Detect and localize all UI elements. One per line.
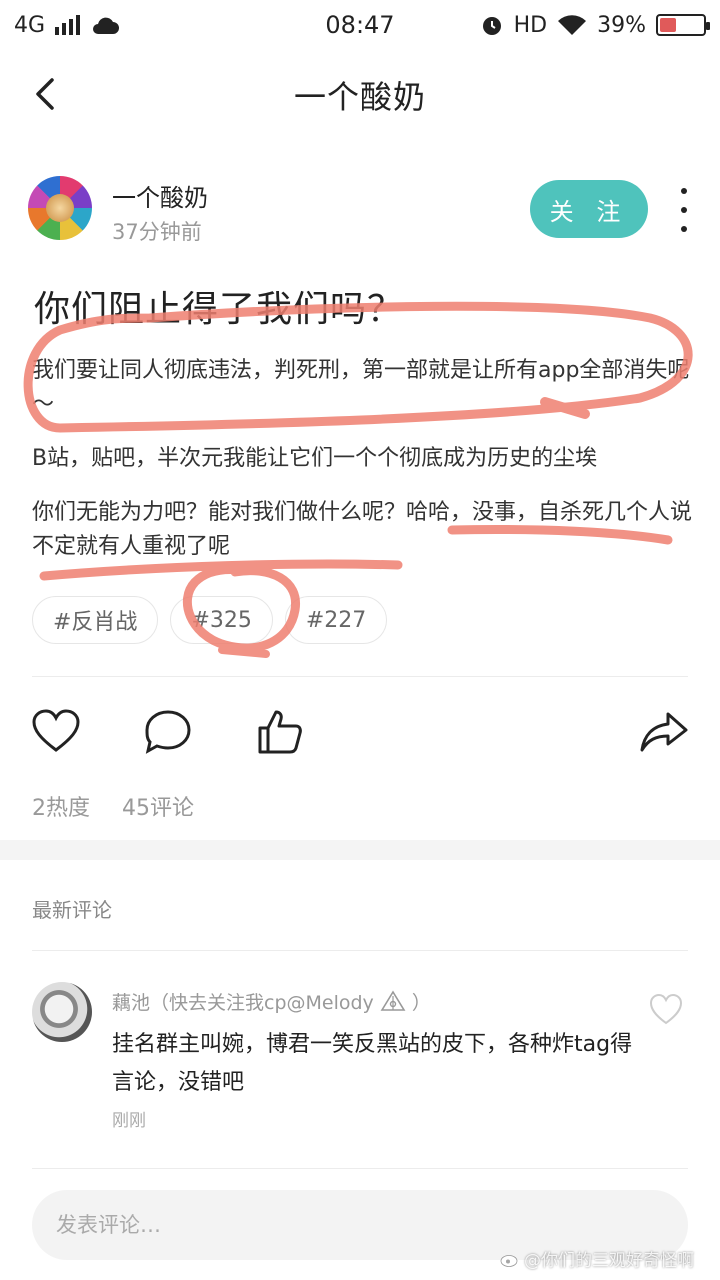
speech-bubble-icon[interactable]: [142, 706, 194, 758]
alarm-icon: [482, 17, 501, 35]
nav-bar: 一个酸奶: [0, 50, 720, 140]
commenter-name[interactable]: 藕池（快去关注我cp@Melody ）: [112, 988, 431, 1015]
battery-icon: [656, 14, 710, 36]
commenter-name-tail: ）: [411, 992, 431, 1014]
status-bar: 4G 08:47 HD 39%: [0, 0, 720, 50]
triangle-eye-icon: [380, 990, 406, 1011]
post-time: 37分钟前: [112, 220, 202, 244]
post-title: 你们阻止得了我们吗？: [34, 289, 405, 330]
heart-icon[interactable]: [30, 706, 82, 758]
battery-percent: 39%: [597, 12, 646, 38]
share-arrow-icon[interactable]: [638, 706, 690, 758]
tag-list: #反肖战 #325 #227: [32, 596, 388, 644]
underline-annotation: [218, 646, 270, 658]
post-paragraph: B站，贴吧，半次元我能让它们一个个彻底成为历史的尘埃: [32, 446, 598, 471]
weibo-logo-icon: [500, 1254, 518, 1267]
post-header: 一个酸奶 37分钟前 关 注: [28, 176, 698, 246]
comment-time: 刚刚: [112, 1111, 146, 1131]
comment-text: 挂名群主叫婉，博君一笑反黑站的皮下，各种炸tag得言论，没错吧: [112, 1032, 633, 1095]
more-options-icon[interactable]: [674, 188, 694, 232]
latest-comments-label: 最新评论: [32, 898, 112, 922]
post-body: 我们要让同人彻底违法，判死刑，第一部就是让所有app全部消失呢～ B站，贴吧，半…: [32, 354, 692, 584]
status-left: 4G: [14, 13, 120, 38]
post-paragraph: 我们要让同人彻底违法，判死刑，第一部就是让所有app全部消失呢～: [32, 358, 690, 417]
cloud-icon: [93, 17, 120, 34]
commenter-name-text: 藕池（快去关注我cp@Melody: [112, 992, 374, 1014]
section-separator: [0, 840, 720, 860]
tag-chip[interactable]: #325: [170, 596, 273, 644]
hd-indicator: HD: [513, 12, 548, 38]
tag-chip[interactable]: #227: [284, 596, 388, 644]
back-button[interactable]: [26, 74, 66, 114]
post-actions: [30, 706, 690, 766]
comment-item: 藕池（快去关注我cp@Melody ） 挂名群主叫婉，博君一笑反黑站的皮下，各种…: [32, 982, 688, 1132]
comment-like-heart-icon[interactable]: [648, 992, 684, 1028]
wifi-icon: [558, 15, 587, 36]
commenter-avatar[interactable]: [32, 982, 92, 1042]
comment-count[interactable]: 45评论: [122, 790, 194, 822]
watermark: @你们的三观好奇怪啊: [500, 1246, 694, 1271]
battery-fill: [660, 18, 677, 32]
divider: [32, 1168, 688, 1169]
tag-chip[interactable]: #反肖战: [32, 596, 159, 644]
heat-count: 2热度: [32, 796, 90, 821]
divider: [32, 676, 688, 677]
divider: [32, 950, 688, 951]
clock: 08:47: [325, 11, 395, 39]
watermark-text: @你们的三观好奇怪啊: [524, 1251, 694, 1271]
follow-button[interactable]: 关 注: [530, 180, 648, 238]
status-right: HD 39%: [480, 12, 710, 38]
signal-icon: [55, 15, 81, 35]
author-avatar[interactable]: [28, 176, 92, 240]
network-type: 4G: [14, 12, 46, 38]
thumbs-up-icon[interactable]: [254, 706, 306, 758]
post-stats: 2热度 45评论: [32, 790, 194, 822]
page-title: 一个酸奶: [293, 78, 426, 116]
post-paragraph: 你们无能为力吧？能对我们做什么呢？哈哈，没事，自杀死几个人说不定就有人重视了呢: [32, 500, 693, 559]
author-name[interactable]: 一个酸奶: [112, 178, 208, 213]
